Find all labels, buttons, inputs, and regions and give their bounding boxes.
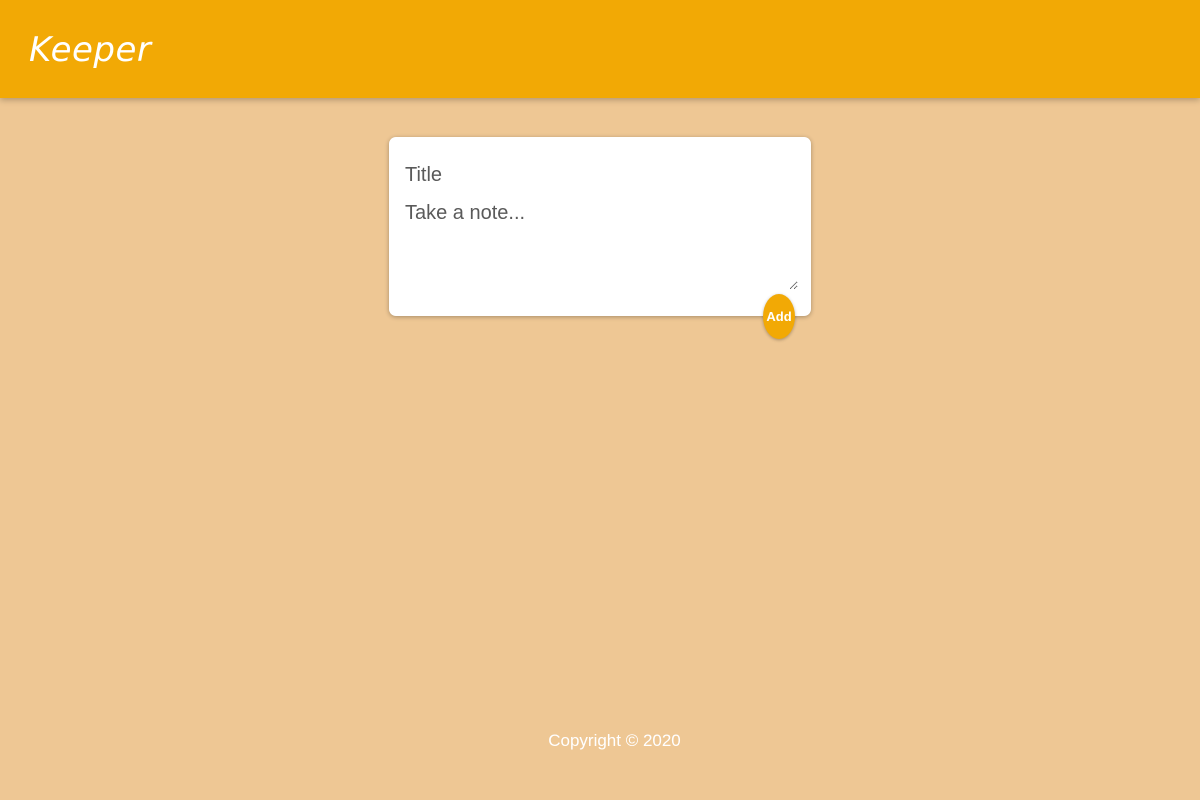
note-title-input[interactable] (405, 160, 785, 190)
copyright-text: Copyright © 2020 (548, 731, 681, 750)
app-header: Keeper (0, 0, 1200, 98)
note-content-textarea[interactable] (405, 199, 798, 290)
app-footer: Copyright © 2020 (0, 731, 1200, 751)
app-title: Keeper (29, 30, 152, 70)
add-note-button[interactable]: Add (763, 294, 795, 339)
